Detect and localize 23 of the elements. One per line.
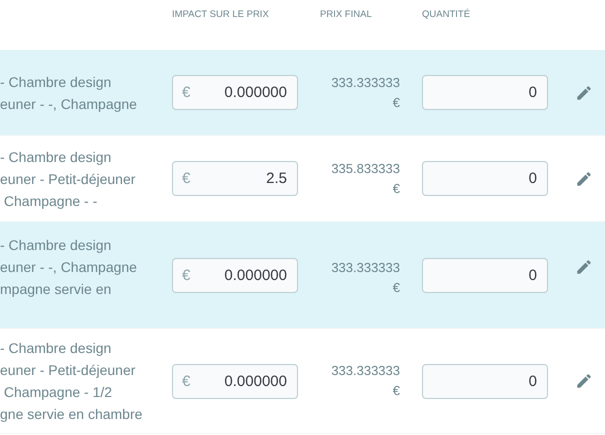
edit-icon[interactable]: [575, 258, 593, 276]
final-price: 333.333333 €: [330, 259, 400, 297]
combination-name: - Chambre design euner - -, Champagne mpagne servie en: [0, 236, 138, 299]
final-price: 335.833333 €: [330, 160, 400, 198]
column-header: IMPACT SUR LE PRIX: [172, 9, 270, 20]
combination-name: - Chambre design euner - Petit-déjeuner Champagne - -: [0, 148, 136, 211]
currency-symbol: €: [182, 170, 190, 187]
combination-name: - Chambre design euner - Petit-déjeuner Champagne - 1/2 gne servie en chambre: [0, 339, 144, 424]
currency-symbol: €: [182, 84, 190, 101]
edit-icon[interactable]: [575, 170, 593, 188]
column-header: QUANTITÉ: [422, 9, 472, 20]
quantity-field[interactable]: 0: [422, 258, 548, 293]
combination-name: - Chambre design euner - -, Champagne: [0, 72, 138, 114]
currency-symbol: €: [182, 267, 190, 284]
final-price: 333.333333 €: [330, 74, 400, 112]
column-header: PRIX FINAL: [319, 9, 373, 20]
edit-icon[interactable]: [575, 84, 593, 102]
edit-icon[interactable]: [575, 372, 593, 390]
quantity-field[interactable]: 0: [422, 75, 548, 110]
currency-symbol: €: [182, 372, 190, 390]
quantity-field[interactable]: 0: [422, 364, 548, 398]
quantity-field[interactable]: 0: [422, 161, 548, 196]
final-price: 333.333333 €: [330, 362, 400, 400]
